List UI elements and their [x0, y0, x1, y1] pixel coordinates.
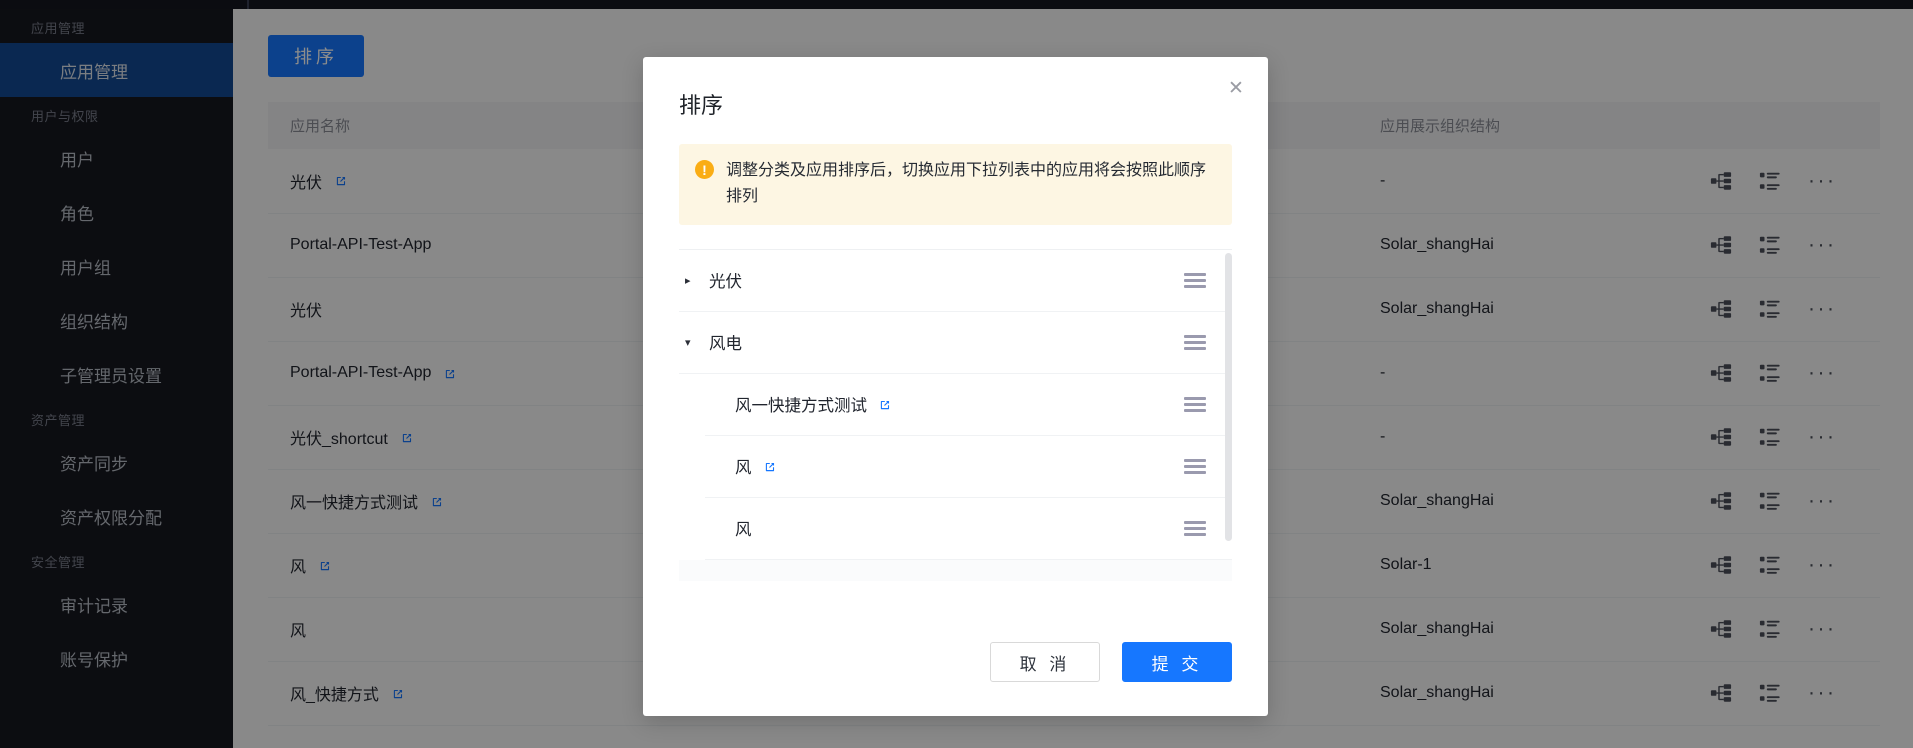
drag-handle-icon[interactable] [1184, 334, 1206, 350]
sort-item-label: 风 [735, 459, 752, 478]
sortable-list: ▸光伏▾风电风一快捷方式测试风风▾其他 [679, 250, 1232, 581]
external-link-icon[interactable] [762, 458, 779, 475]
alert-text: 调整分类及应用排序后，切换应用下拉列表中的应用将会按照此顺序排列 [726, 162, 1207, 205]
sort-item-label: 其他 [709, 579, 742, 581]
sort-list-group-item[interactable]: ▸ 光伏 [679, 250, 1232, 312]
sort-item-label-wrap: 其他 [705, 579, 1184, 581]
list-scrollbar-track[interactable] [1225, 250, 1232, 581]
sort-list-child-item[interactable]: 风 [705, 436, 1232, 498]
exclamation-circle-icon: ! [695, 160, 714, 179]
drag-handle-icon[interactable] [1184, 272, 1206, 288]
drag-handle-icon[interactable] [1184, 396, 1206, 412]
sort-modal: ✕ 排序 ! 调整分类及应用排序后，切换应用下拉列表中的应用将会按照此顺序排列 … [643, 57, 1268, 716]
sort-item-label: 风 [735, 521, 752, 540]
modal-title: 排序 [679, 93, 724, 118]
sort-item-label-wrap: 风电 [705, 330, 1184, 354]
app-root: 应用管理 应用管理 用户与权限 用户 角色 用户组 组织结构 子管理员设置 资产管理 资产同步 资产… [0, 0, 1913, 748]
drag-handle-icon[interactable] [1184, 458, 1206, 474]
sort-item-label: 光伏 [709, 273, 742, 292]
cancel-button[interactable]: 取 消 [990, 642, 1100, 682]
submit-button[interactable]: 提 交 [1122, 642, 1232, 682]
sort-item-label: 风一快捷方式测试 [735, 397, 867, 416]
sort-item-label-wrap: 风 [731, 516, 1184, 540]
sort-list-child-item[interactable]: 风一快捷方式测试 [705, 374, 1232, 436]
sort-list-group-item[interactable]: ▾其他 [679, 559, 1232, 581]
sort-item-label-wrap: 光伏 [705, 268, 1184, 292]
sort-list-child-item[interactable]: 风 [705, 498, 1232, 560]
modal-footer: 取 消 提 交 [643, 642, 1268, 716]
chevron-down-icon[interactable]: ▾ [679, 336, 705, 349]
sort-item-label-wrap: 风一快捷方式测试 [731, 392, 1184, 416]
info-alert: ! 调整分类及应用排序后，切换应用下拉列表中的应用将会按照此顺序排列 [679, 144, 1232, 225]
sortable-list-container: ▸光伏▾风电风一快捷方式测试风风▾其他 [679, 248, 1232, 581]
sort-list-group-item[interactable]: ▾ 风电 [679, 312, 1232, 374]
close-icon[interactable]: ✕ [1223, 75, 1249, 101]
list-scrollbar-thumb[interactable] [1225, 252, 1232, 541]
external-link-icon[interactable] [877, 396, 894, 413]
sort-item-label-wrap: 风 [731, 454, 1184, 478]
drag-handle-icon[interactable] [1184, 520, 1206, 536]
chevron-right-icon[interactable]: ▸ [679, 274, 705, 287]
sort-item-label: 风电 [709, 335, 742, 354]
